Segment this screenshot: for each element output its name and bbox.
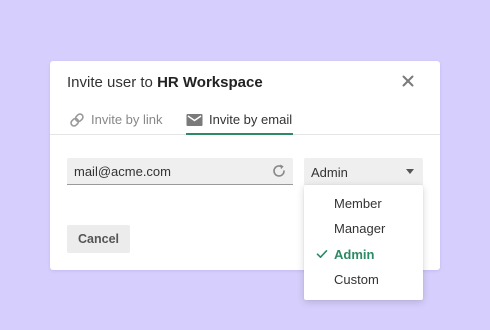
dropdown-item-label: Member (334, 196, 382, 211)
tab-invite-by-email[interactable]: Invite by email (186, 105, 294, 135)
dialog-title-prefix: Invite user to (67, 74, 153, 91)
tab-label: Invite by link (91, 112, 163, 127)
check-icon (316, 250, 328, 258)
tab-label: Invite by email (209, 112, 293, 127)
close-icon (402, 75, 414, 87)
refresh-button[interactable] (271, 163, 287, 179)
mail-icon (186, 113, 203, 127)
invite-tabs: Invite by link Invite by email (50, 105, 440, 135)
dropdown-item-manager[interactable]: Manager (304, 216, 423, 241)
caret-down-icon (406, 169, 414, 174)
tab-invite-by-link[interactable]: Invite by link (69, 105, 163, 134)
dialog-title: Invite user to HR Workspace (67, 74, 263, 91)
email-field (67, 158, 293, 185)
email-input[interactable] (67, 158, 274, 184)
cancel-button[interactable]: Cancel (67, 225, 130, 253)
dropdown-item-label: Manager (334, 221, 386, 236)
refresh-icon (273, 164, 285, 177)
dropdown-item-custom[interactable]: Custom (304, 267, 423, 292)
dropdown-item-admin[interactable]: Admin (304, 242, 423, 267)
role-dropdown-menu: Member Manager Admin Custom (304, 185, 423, 300)
close-button[interactable] (400, 73, 416, 89)
role-select-value: Admin (311, 165, 348, 180)
role-select[interactable]: Admin (304, 158, 423, 185)
dropdown-item-label: Custom (334, 272, 379, 287)
workspace-name: HR Workspace (157, 74, 263, 91)
dropdown-item-label: Admin (334, 247, 375, 262)
link-icon (69, 112, 85, 128)
dropdown-item-member[interactable]: Member (304, 191, 423, 216)
